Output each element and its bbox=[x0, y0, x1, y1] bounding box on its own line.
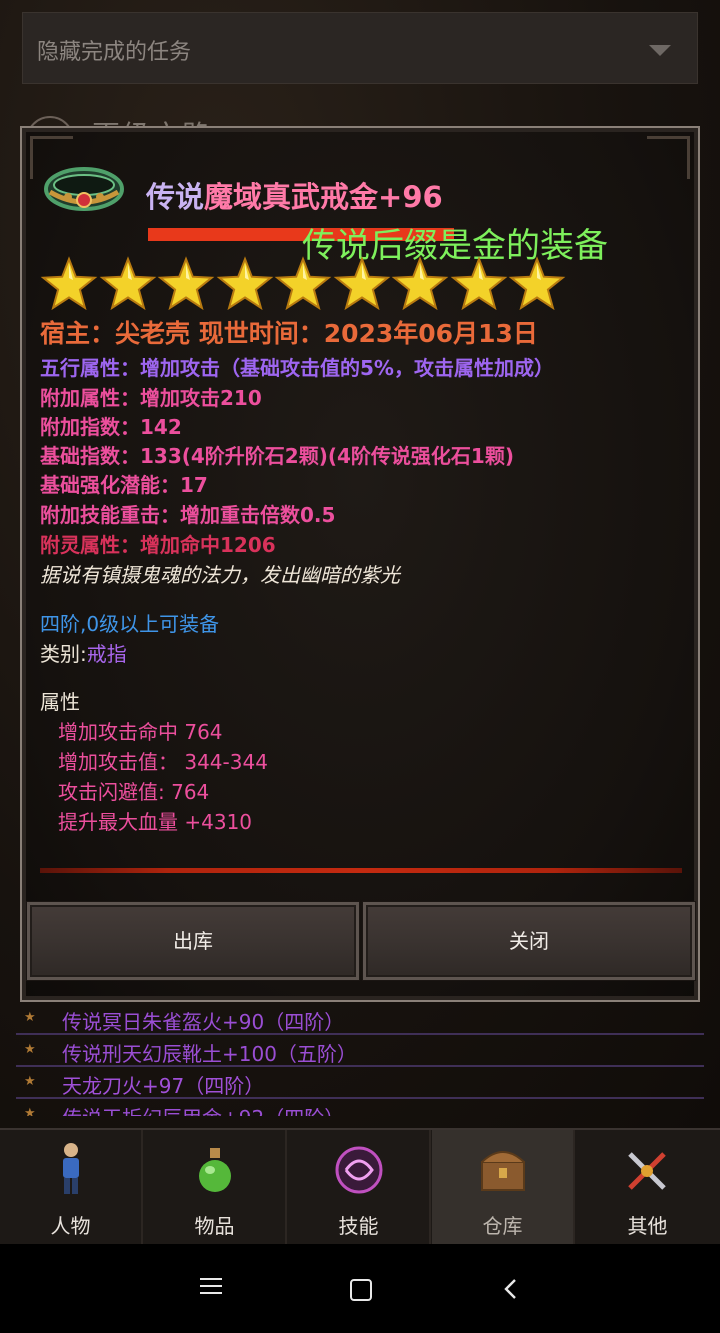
base-potential: 基础强化潜能：17 bbox=[40, 473, 208, 497]
list-item-label: 传说冥日朱雀盔火+90（四阶） bbox=[62, 1010, 345, 1034]
skill-orb-icon bbox=[335, 1146, 383, 1194]
star-icon bbox=[40, 256, 98, 311]
category-value: 戒指 bbox=[86, 642, 127, 666]
dropdown-label: 隐藏完成的任务 bbox=[37, 40, 192, 65]
tab-warehouse[interactable]: 仓库 bbox=[432, 1130, 575, 1244]
list-item-label: 天龙刀火+97（四阶） bbox=[62, 1074, 265, 1098]
extra-index: 附加指数：142 bbox=[40, 415, 182, 439]
skill-crit: 附加技能重击：增加重击倍数0.5 bbox=[40, 503, 336, 527]
equip-requirement: 四阶,0级以上可装备 bbox=[40, 612, 220, 636]
tab-label: 人物 bbox=[50, 1214, 91, 1238]
attribute-line: 增加攻击值： 344-344 bbox=[58, 750, 268, 774]
tab-label: 其他 bbox=[627, 1214, 668, 1238]
star-bullet-icon: ★ bbox=[24, 1074, 36, 1089]
menu-icon[interactable] bbox=[200, 1278, 222, 1299]
character-icon bbox=[63, 1143, 79, 1194]
star-icon bbox=[450, 256, 507, 311]
tab-label: 物品 bbox=[194, 1214, 235, 1238]
star-icon bbox=[216, 256, 273, 311]
close-button[interactable]: 关闭 bbox=[363, 902, 695, 980]
list-item[interactable]: ★ 天龙刀火+97（四阶） bbox=[16, 1068, 704, 1099]
dialog-corner-ornament bbox=[647, 136, 690, 179]
system-navigation-bar bbox=[0, 1244, 720, 1333]
ring-icon bbox=[44, 167, 124, 211]
attributes-heading: 属性 bbox=[40, 690, 80, 714]
tab-items[interactable]: 物品 bbox=[144, 1130, 287, 1244]
star-icon bbox=[157, 256, 215, 311]
star-bullet-icon: ★ bbox=[24, 1042, 36, 1057]
tab-skills[interactable]: 技能 bbox=[288, 1130, 431, 1244]
star-icon bbox=[274, 256, 332, 311]
star-bullet-icon: ★ bbox=[24, 1106, 36, 1116]
tab-label: 技能 bbox=[338, 1214, 379, 1238]
chevron-down-icon bbox=[649, 45, 671, 56]
potion-icon bbox=[199, 1148, 231, 1192]
bottom-tab-bar: 人物 物品 技能 仓库 其他 bbox=[0, 1128, 720, 1246]
list-item[interactable]: ★ 传说天折幻辰甲金+92（四阶） bbox=[16, 1100, 704, 1116]
star-icon bbox=[391, 256, 449, 311]
item-rarity-prefix: 传说 bbox=[146, 180, 205, 214]
list-item-label: 传说天折幻辰甲金+92（四阶） bbox=[62, 1102, 344, 1116]
tab-other[interactable]: 其他 bbox=[576, 1130, 719, 1244]
list-item-label: 传说刑天幻辰靴土+100（五阶） bbox=[62, 1042, 357, 1066]
tab-label: 仓库 bbox=[482, 1214, 523, 1238]
list-item[interactable]: ★ 传说刑天幻辰靴土+100（五阶） bbox=[16, 1036, 704, 1067]
star-icon bbox=[508, 256, 566, 311]
lore-text: 据说有镇摄鬼魂的法力，发出幽暗的紫光 bbox=[40, 563, 400, 587]
category-label: 类别: bbox=[40, 642, 87, 666]
attribute-line: 提升最大血量 +4310 bbox=[58, 810, 253, 834]
tab-character[interactable]: 人物 bbox=[0, 1130, 143, 1244]
star-icon bbox=[333, 256, 390, 311]
wuxing-attribute: 五行属性：增加攻击（基础攻击值的5%，攻击属性加成） bbox=[40, 356, 554, 380]
star-rating bbox=[40, 256, 580, 314]
star-icon bbox=[99, 256, 156, 311]
attribute-line: 攻击闪避值: 764 bbox=[58, 780, 210, 804]
list-item[interactable]: ★ 传说冥日朱雀盔火+90（四阶） bbox=[16, 1004, 704, 1035]
item-title: 传说魔域真武戒金+96 bbox=[146, 174, 443, 216]
chest-icon bbox=[481, 1151, 525, 1191]
dialog-divider bbox=[40, 868, 682, 873]
withdraw-button[interactable]: 出库 bbox=[27, 902, 359, 980]
spirit-attribute: 附灵属性：增加命中1206 bbox=[40, 533, 276, 557]
extra-attribute: 附加属性：增加攻击210 bbox=[40, 386, 262, 410]
item-name: 魔域真武戒金+96 bbox=[204, 180, 443, 214]
base-index: 基础指数：133(4阶升阶石2颗)(4阶传说强化石1颗) bbox=[40, 444, 514, 468]
back-icon[interactable] bbox=[503, 1278, 519, 1300]
category-line: 类别:戒指 bbox=[40, 638, 127, 667]
star-bullet-icon: ★ bbox=[24, 1010, 36, 1025]
hide-completed-tasks-dropdown[interactable]: 隐藏完成的任务 bbox=[22, 12, 698, 84]
item-detail-dialog: 传说魔域真武戒金+96 传说后缀是金的装备 宿主：尖老壳 现世时间：2023年0… bbox=[20, 126, 700, 1002]
attribute-line: 增加攻击命中 764 bbox=[58, 720, 223, 744]
home-icon[interactable] bbox=[350, 1279, 372, 1301]
crossed-weapons-icon bbox=[628, 1152, 666, 1190]
host-line: 宿主：尖老壳 现世时间：2023年06月13日 bbox=[40, 319, 538, 348]
